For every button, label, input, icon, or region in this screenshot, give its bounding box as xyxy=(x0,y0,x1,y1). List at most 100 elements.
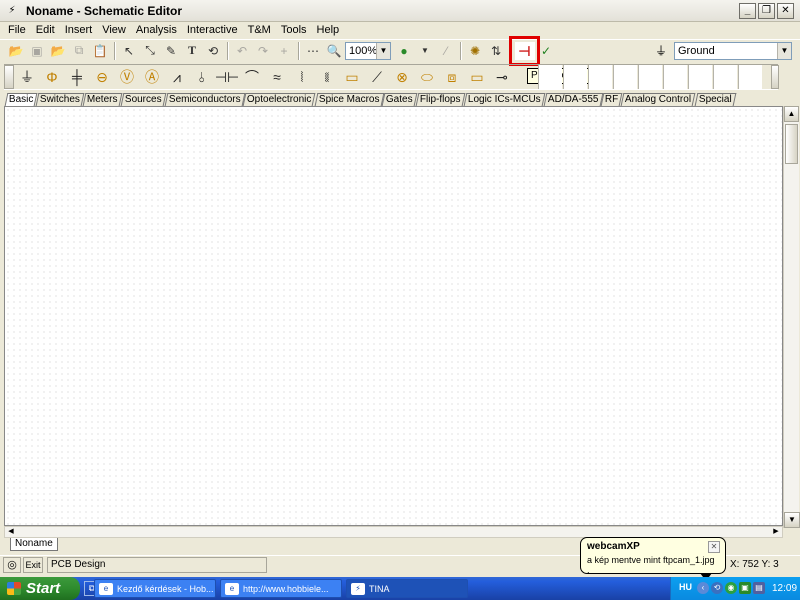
menu-edit[interactable]: Edit xyxy=(31,22,60,39)
led-icon[interactable]: ⬭ xyxy=(415,65,439,89)
tab-analog-control[interactable]: Analog Control xyxy=(621,93,697,106)
tab-sources[interactable]: Sources xyxy=(120,93,167,106)
network-icon[interactable]: ⟲ xyxy=(711,582,723,594)
wire-icon[interactable]: ⤡ xyxy=(140,41,160,61)
transformer-icon[interactable]: ⦚ xyxy=(290,65,314,89)
relay-icon[interactable]: ▭ xyxy=(465,65,489,89)
taskbar-item-tina[interactable]: ⚡ TINA xyxy=(346,579,468,598)
tab-gates[interactable]: Gates xyxy=(382,93,418,106)
resistor-icon[interactable]: ⩘ xyxy=(165,65,189,89)
dc-analysis-icon[interactable]: ● xyxy=(394,41,414,61)
scroll-up-icon[interactable]: ▲ xyxy=(784,106,799,122)
taskbar-item-browser-1[interactable]: e Kezdő kérdések - Hob... xyxy=(94,579,216,598)
redo-icon[interactable]: ↷ xyxy=(253,41,273,61)
tray-arrow-icon[interactable]: ‹ xyxy=(697,582,709,594)
component-scroll-right[interactable] xyxy=(771,65,779,89)
restore-button[interactable]: ❐ xyxy=(758,3,775,19)
scroll-right-icon[interactable]: ▶ xyxy=(770,527,782,537)
close-icon[interactable]: ✕ xyxy=(708,541,720,553)
transformer2-icon[interactable]: ⧛ xyxy=(315,65,339,89)
monitor-icon[interactable]: ▤ xyxy=(753,582,765,594)
scroll-thumb[interactable] xyxy=(785,124,798,164)
ie-icon: e xyxy=(225,583,239,595)
copy-icon[interactable]: ⧉ xyxy=(69,41,89,61)
minimize-button[interactable]: _ xyxy=(739,3,756,19)
ground-select-value: Ground xyxy=(678,45,715,57)
start-button[interactable]: Start xyxy=(0,577,80,600)
tab-special[interactable]: Special xyxy=(694,93,736,106)
voltmeter-icon[interactable]: Ⓥ xyxy=(115,65,139,89)
menu-help[interactable]: Help xyxy=(312,22,345,39)
toolbar-separator xyxy=(460,41,462,60)
status-icon[interactable]: ◎ xyxy=(3,556,21,573)
tab-meters[interactable]: Meters xyxy=(83,93,123,106)
rotate-icon[interactable]: ⟲ xyxy=(203,41,223,61)
sheet-tab-noname[interactable]: Noname xyxy=(10,538,58,551)
empty-slot xyxy=(663,65,687,89)
cross-icon[interactable]: + xyxy=(274,41,294,61)
webcam-icon[interactable]: ◉ xyxy=(725,582,737,594)
clock[interactable]: 12:09 xyxy=(772,577,797,600)
save-icon[interactable]: ▣ xyxy=(27,41,47,61)
tab-spice-macros[interactable]: Spice Macros xyxy=(314,93,384,106)
open-folder-icon[interactable]: 📂 xyxy=(6,41,26,61)
menu-insert[interactable]: Insert xyxy=(60,22,98,39)
app-tray-icon[interactable]: ▣ xyxy=(739,582,751,594)
ammeter-icon[interactable]: Ⓐ xyxy=(140,65,164,89)
connector-icon[interactable]: ⊸ xyxy=(490,65,514,89)
tab-logic-ics-mcus[interactable]: Logic ICs-MCUs xyxy=(463,93,545,106)
tab-switches[interactable]: Switches xyxy=(36,93,85,106)
parameter-icon[interactable]: ⇅ xyxy=(486,41,506,61)
tab-flip-flops[interactable]: Flip-flops xyxy=(415,93,466,106)
select-arrow-icon[interactable]: ↖ xyxy=(119,41,139,61)
taskbar-item-browser-2[interactable]: e http://www.hobbiele... xyxy=(220,579,342,598)
potentiometer-icon[interactable]: ⫰ xyxy=(190,65,214,89)
lamp-icon[interactable]: ⊗ xyxy=(390,65,414,89)
schematic-canvas[interactable] xyxy=(4,106,783,526)
pcb-design-button[interactable]: ⊣ xyxy=(514,42,535,60)
component-scroll-left[interactable] xyxy=(4,65,14,89)
switch-icon[interactable]: ⟋ xyxy=(365,65,389,89)
pen-icon[interactable]: ✎ xyxy=(161,41,181,61)
menu-file[interactable]: File xyxy=(3,22,31,39)
capacitor-icon[interactable]: ⊣⊢ xyxy=(215,65,239,89)
tab-basic[interactable]: Basic xyxy=(4,93,38,106)
tab-optoelectronic[interactable]: Optoelectronic xyxy=(243,93,317,106)
ground-setting-icon[interactable]: ⏚ xyxy=(652,42,670,60)
zoom-select[interactable]: 100% ▼ xyxy=(345,41,391,60)
scroll-down-icon[interactable]: ▼ xyxy=(784,512,800,528)
zoom-icon[interactable]: 🔍 xyxy=(324,41,344,61)
notification-balloon[interactable]: webcamXP a kép mentve mint ftpcam_1.jpg … xyxy=(580,537,726,575)
menu-interactive[interactable]: Interactive xyxy=(182,22,243,39)
start-label: Start xyxy=(26,580,61,597)
voltage-source-icon[interactable]: ╪ xyxy=(65,65,89,89)
current-source-icon[interactable]: ⊖ xyxy=(90,65,114,89)
vertical-scrollbar[interactable]: ▲ ▼ xyxy=(783,106,800,528)
open-file-icon[interactable]: 📂 xyxy=(48,41,68,61)
text-icon[interactable]: T xyxy=(182,41,202,61)
paste-icon[interactable]: 📋 xyxy=(90,41,110,61)
tab-rf[interactable]: RF xyxy=(600,93,623,106)
tab-ad-da-555[interactable]: AD/DA-555 xyxy=(543,93,603,106)
tab-semiconductors[interactable]: Semiconductors xyxy=(164,93,245,106)
exit-button[interactable]: Exit xyxy=(23,556,43,573)
coupled-inductor-icon[interactable]: ≈ xyxy=(265,65,289,89)
menu-view[interactable]: View xyxy=(97,22,131,39)
fuse-icon[interactable]: ▭ xyxy=(340,65,364,89)
ground-select[interactable]: Ground ▼ xyxy=(674,42,792,60)
battery-icon[interactable]: Φ xyxy=(40,65,64,89)
chevron-down-icon[interactable]: ▼ xyxy=(415,41,435,61)
undo-icon[interactable]: ↶ xyxy=(232,41,252,61)
menu-analysis[interactable]: Analysis xyxy=(131,22,182,39)
grid-icon[interactable]: ⋯ xyxy=(303,41,323,61)
menu-tm[interactable]: T&M xyxy=(243,22,276,39)
probe-icon[interactable]: ⁄ xyxy=(436,41,456,61)
inductor-icon[interactable]: ⌒ xyxy=(240,65,264,89)
close-button[interactable]: ✕ xyxy=(777,3,794,19)
menu-tools[interactable]: Tools xyxy=(276,22,312,39)
variable-component-icon[interactable]: ⧈ xyxy=(440,65,464,89)
ground-icon[interactable]: ⏚ xyxy=(15,65,39,89)
language-indicator[interactable]: HU xyxy=(679,582,692,592)
scroll-left-icon[interactable]: ◀ xyxy=(5,527,17,537)
interactive-mode-icon[interactable]: ✺ xyxy=(465,41,485,61)
